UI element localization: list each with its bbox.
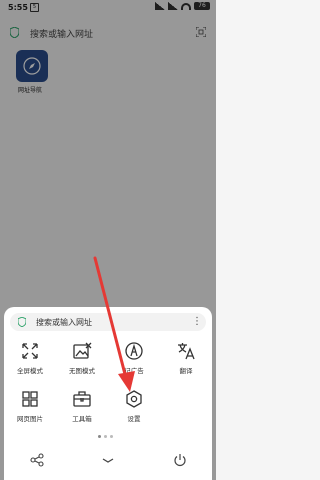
menu-item-no-image[interactable]: 无图模式 <box>56 341 108 375</box>
menu-item-settings[interactable]: 设置 <box>108 389 160 423</box>
menu-item-label: 工具箱 <box>72 415 92 423</box>
fullscreen-icon <box>22 343 38 359</box>
web-images-icon <box>22 391 38 407</box>
menu-item-label: 无图模式 <box>69 367 95 375</box>
sheet-search-bar[interactable]: 搜索或输入网址 ⋮ <box>10 313 206 331</box>
shield-icon <box>18 317 26 327</box>
menu-item-ad-block[interactable]: 记广告 <box>108 341 160 375</box>
page-dot <box>104 435 107 438</box>
menu-item-label: 网页图片 <box>17 415 43 423</box>
ad-block-icon <box>125 342 143 360</box>
collapse-chevron-icon[interactable] <box>101 453 115 467</box>
page-dot <box>98 435 101 438</box>
menu-item-translate[interactable]: 翻译 <box>160 341 212 375</box>
settings-icon <box>126 390 142 408</box>
sheet-search-placeholder[interactable]: 搜索或输入网址 <box>36 317 92 328</box>
toolbox-icon <box>73 391 91 407</box>
menu-item-fullscreen[interactable]: 全屏模式 <box>4 341 56 375</box>
translate-icon <box>178 343 195 360</box>
menu-item-web-images[interactable]: 网页图片 <box>4 389 56 423</box>
menu-item-label: 记广告 <box>124 367 144 375</box>
menu-item-label: 全屏模式 <box>17 367 43 375</box>
power-icon[interactable] <box>173 453 187 467</box>
page-indicator <box>98 435 113 438</box>
menu-item-toolbox[interactable]: 工具箱 <box>56 389 108 423</box>
share-icon[interactable] <box>30 453 44 467</box>
no-image-icon <box>73 342 92 359</box>
more-options-icon[interactable]: ⋮ <box>192 315 202 329</box>
page-dot <box>110 435 113 438</box>
bottom-sheet-menu: 搜索或输入网址 ⋮ 全屏模式 无图模式 记广告 翻译 网页图片 工具箱 设置 <box>4 307 212 480</box>
sheet-bottom-bar <box>4 447 212 477</box>
menu-item-label: 翻译 <box>179 367 193 375</box>
menu-item-label: 设置 <box>127 415 141 423</box>
